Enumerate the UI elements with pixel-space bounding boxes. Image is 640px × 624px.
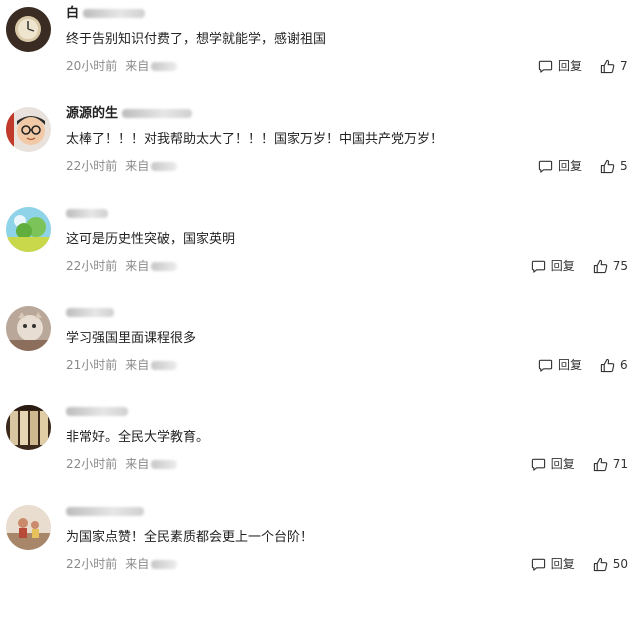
reply-button[interactable]: 回复 — [538, 356, 582, 374]
comment-item: 这可是历史性突破，国家英明 22小时前 来自 回复 75 — [0, 200, 640, 299]
like-count: 75 — [612, 259, 628, 273]
comment-item: 为国家点赞！全民素质都会更上一个台阶！ 22小时前 来自 回复 50 — [0, 498, 640, 597]
comment-meta: 22小时前 来自 — [66, 157, 178, 175]
comment-actions: 回复 71 — [531, 455, 628, 473]
comment-text: 终于告别知识付费了，想学就能学，感谢祖国 — [66, 32, 327, 47]
timestamp: 22小时前 — [66, 557, 118, 571]
comment-actions: 回复 7 — [538, 57, 628, 75]
comment-text: 为国家点赞！全民素质都会更上一个台阶！ — [66, 530, 314, 545]
comment-item: 学习强国里面课程很多 21小时前 来自 回复 6 — [0, 299, 640, 398]
comment-item: 源源的生 太棒了！！！对我帮助太大了！！！国家万岁！中国共产党万岁！ 22小时前… — [0, 100, 640, 199]
reply-label: 回复 — [550, 457, 575, 471]
like-button[interactable]: 50 — [593, 555, 628, 573]
username[interactable]: 源源的生 — [66, 105, 193, 123]
location-label: 来自 — [125, 457, 150, 471]
comment-meta: 20小时前 来自 — [66, 57, 178, 75]
username[interactable] — [66, 503, 144, 521]
avatar[interactable] — [6, 505, 51, 550]
avatar[interactable] — [6, 7, 51, 52]
reply-label: 回复 — [550, 259, 575, 273]
comment-text: 太棒了！！！对我帮助太大了！！！国家万岁！中国共产党万岁！ — [66, 132, 444, 147]
comment-actions: 回复 6 — [538, 356, 628, 374]
comment-item: 白 终于告别知识付费了，想学就能学，感谢祖国 20小时前 来自 回复 7 — [0, 0, 640, 99]
location-label: 来自 — [125, 557, 150, 571]
comment-actions: 回复 5 — [538, 157, 628, 175]
avatar[interactable] — [6, 107, 51, 152]
comment-meta: 22小时前 来自 — [66, 257, 178, 275]
location-label: 来自 — [125, 259, 150, 273]
location-label: 来自 — [125, 159, 150, 173]
avatar[interactable] — [6, 306, 51, 351]
avatar[interactable] — [6, 405, 51, 450]
username[interactable] — [66, 403, 128, 421]
username[interactable] — [66, 205, 108, 223]
comment-bubble-icon — [538, 60, 553, 73]
like-button[interactable]: 6 — [600, 356, 628, 374]
comment-text: 这可是历史性突破，国家英明 — [66, 232, 236, 247]
username[interactable] — [66, 304, 114, 322]
thumbs-up-icon — [593, 557, 608, 571]
comment-actions: 回复 50 — [531, 555, 628, 573]
reply-label: 回复 — [557, 358, 582, 372]
reply-button[interactable]: 回复 — [538, 157, 582, 175]
comment-actions: 回复 75 — [531, 257, 628, 275]
like-count: 71 — [612, 457, 628, 471]
comment-text: 学习强国里面课程很多 — [66, 331, 197, 346]
reply-button[interactable]: 回复 — [538, 57, 582, 75]
comment-bubble-icon — [531, 458, 545, 471]
reply-label: 回复 — [557, 59, 582, 73]
reply-label: 回复 — [557, 159, 582, 173]
timestamp: 22小时前 — [66, 457, 118, 471]
timestamp: 22小时前 — [66, 259, 118, 273]
like-count: 50 — [612, 557, 628, 571]
comment-meta: 21小时前 来自 — [66, 356, 178, 374]
username[interactable]: 白 — [66, 5, 146, 23]
like-count: 5 — [620, 159, 628, 173]
like-count: 7 — [620, 59, 628, 73]
thumbs-up-icon — [600, 59, 615, 73]
comment-bubble-icon — [538, 160, 553, 173]
location-label: 来自 — [125, 358, 150, 372]
comment-text: 非常好。全民大学教育。 — [66, 430, 210, 445]
thumbs-up-icon — [600, 159, 615, 173]
like-button[interactable]: 5 — [600, 157, 628, 175]
like-count: 6 — [620, 358, 628, 372]
thumbs-up-icon — [593, 457, 608, 471]
thumbs-up-icon — [600, 358, 615, 372]
reply-button[interactable]: 回复 — [531, 555, 575, 573]
timestamp: 21小时前 — [66, 358, 118, 372]
timestamp: 22小时前 — [66, 159, 118, 173]
reply-button[interactable]: 回复 — [531, 455, 575, 473]
like-button[interactable]: 75 — [593, 257, 628, 275]
like-button[interactable]: 7 — [600, 57, 628, 75]
location-label: 来自 — [125, 59, 150, 73]
comment-bubble-icon — [531, 558, 545, 571]
reply-button[interactable]: 回复 — [531, 257, 575, 275]
timestamp: 20小时前 — [66, 59, 118, 73]
comment-bubble-icon — [531, 260, 545, 273]
like-button[interactable]: 71 — [593, 455, 628, 473]
comment-item: 非常好。全民大学教育。 22小时前 来自 回复 71 — [0, 398, 640, 497]
comment-meta: 22小时前 来自 — [66, 455, 178, 473]
thumbs-up-icon — [593, 259, 608, 273]
comment-meta: 22小时前 来自 — [66, 555, 178, 573]
reply-label: 回复 — [550, 557, 575, 571]
avatar[interactable] — [6, 207, 51, 252]
comment-bubble-icon — [538, 359, 553, 372]
